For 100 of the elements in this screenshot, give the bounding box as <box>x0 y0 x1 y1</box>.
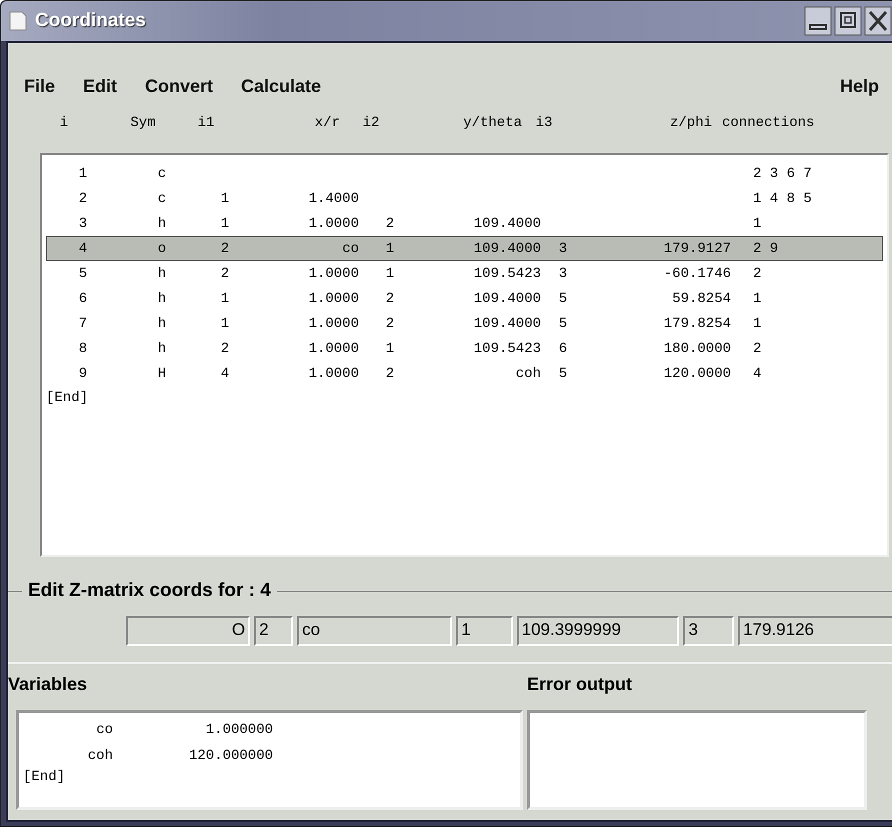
column-header: z/phi <box>668 115 712 133</box>
table-cell: 1.0000 <box>308 340 359 356</box>
window-title: Coordinates <box>35 10 146 32</box>
column-header: i1 <box>196 115 216 133</box>
table-cell-text: 6 <box>78 290 88 306</box>
table-cell: 5 <box>558 366 568 382</box>
table-cell-text: 7 <box>78 316 88 332</box>
document-icon <box>9 11 27 31</box>
table-cell: 179.8254 <box>664 316 731 332</box>
table-row[interactable]: 6 h 1 1.0000 2 109.4000 5 59.8254 1 <box>46 286 883 311</box>
menu-item[interactable]: Help <box>840 76 879 96</box>
table-cell: 109.5423 <box>474 266 541 282</box>
section-title: Error output <box>527 674 633 696</box>
table-cell: -60.1746 <box>664 266 731 282</box>
table-cell: 5 <box>558 290 568 306</box>
table-cell-text: h <box>156 316 168 332</box>
table-row[interactable]: 4 o 2 co 1 109.4000 3 179.9127 2 9 <box>46 236 883 261</box>
table-cell-text: 3 <box>78 216 88 232</box>
column-header: y/theta <box>462 115 522 133</box>
table-row[interactable]: 8 h 2 1.0000 1 109.5423 6 180.0000 2 <box>46 336 883 361</box>
maximize-icon[interactable] <box>834 6 862 36</box>
table-cell: co <box>342 240 359 256</box>
table-cell-text: h <box>156 290 168 306</box>
minimize-icon[interactable] <box>804 6 832 36</box>
table-cell: 180.0000 <box>664 340 731 356</box>
table-cell: 1 <box>386 266 394 282</box>
table-cell: 2 <box>220 340 230 356</box>
table-cell-text: 2 <box>78 190 88 206</box>
table-cell: 2 <box>386 316 394 332</box>
menu-item[interactable]: File <box>24 76 56 96</box>
table-cell: 109.4000 <box>474 316 541 332</box>
table-cell: 4 <box>220 366 230 382</box>
table-cell: 4 <box>753 366 762 382</box>
end-marker: [End] <box>22 769 66 785</box>
menu-item[interactable]: Edit <box>83 76 118 96</box>
variable-value: 120.000000 <box>188 748 273 764</box>
close-icon[interactable] <box>864 6 892 36</box>
menu-item[interactable]: Calculate <box>241 76 322 96</box>
table-cell: 120.0000 <box>664 366 731 382</box>
table-cell-text: H <box>156 366 168 382</box>
table-cell: 1 <box>220 316 230 332</box>
column-header: i3 <box>534 115 554 133</box>
variable-value: 1.000000 <box>204 722 273 738</box>
table-cell: 3 <box>558 266 568 282</box>
column-header: x/r <box>314 115 340 133</box>
table-cell: 1 <box>220 290 230 306</box>
variable-name: co <box>95 722 113 738</box>
table-cell: 2 <box>220 266 230 282</box>
input-field[interactable]: 3 <box>683 616 734 646</box>
table-cell: 1.0000 <box>308 216 359 232</box>
table-cell-text: 4 <box>78 240 88 256</box>
table-cell: 1 <box>753 290 762 306</box>
table-cell: 2 <box>386 216 394 232</box>
input-field[interactable]: 2 <box>254 616 294 646</box>
table-cell-text: c <box>156 166 168 182</box>
table-row[interactable]: 3 h 1 1.0000 2 109.4000 1 <box>46 211 883 236</box>
table-cell: 5 <box>558 316 568 332</box>
table-cell: 2 <box>386 290 394 306</box>
table-cell: 1.0000 <box>308 316 359 332</box>
section-title: Variables <box>8 674 88 696</box>
table-cell: 2 <box>753 340 762 356</box>
menu-item[interactable]: Convert <box>145 76 214 96</box>
table-cell: 2 9 <box>753 240 778 256</box>
column-header: Sym <box>129 115 157 133</box>
table-row[interactable]: 5 h 2 1.0000 1 109.5423 3 -60.1746 2 <box>46 261 883 286</box>
table-cell: 59.8254 <box>672 290 731 306</box>
table-cell: 1.0000 <box>308 266 359 282</box>
table-cell-text: 5 <box>78 266 88 282</box>
input-field[interactable]: 1 <box>456 616 513 646</box>
table-row[interactable]: 7 h 1 1.0000 2 109.4000 5 179.8254 1 <box>46 311 883 336</box>
table-cell: coh <box>516 366 541 382</box>
table-cell-text: h <box>156 340 168 356</box>
end-marker: [End] <box>45 389 90 408</box>
column-header: connections <box>721 115 816 133</box>
table-cell: 6 <box>558 340 568 356</box>
table-cell: 1 <box>386 240 394 256</box>
table-row[interactable]: 2 c 1 1.4000 1 4 8 5 <box>46 186 883 211</box>
table-row[interactable]: 1 c 2 3 6 7 <box>46 161 883 186</box>
input-field[interactable]: 109.3999999 <box>516 616 680 646</box>
table-cell: 1.0000 <box>308 290 359 306</box>
table-cell-text: c <box>156 190 168 206</box>
table-cell: 109.4000 <box>474 290 541 306</box>
table-cell-text: o <box>156 240 168 256</box>
table-cell: 179.9127 <box>664 240 731 256</box>
table-cell: 1 <box>220 216 230 232</box>
table-cell-text: h <box>156 266 168 282</box>
input-field[interactable]: 179.9126 <box>738 616 892 646</box>
input-field[interactable]: co <box>297 616 452 646</box>
table-cell: 1.0000 <box>308 366 359 382</box>
table-cell: 2 3 6 7 <box>753 166 812 182</box>
table-cell: 109.4000 <box>474 216 541 232</box>
input-field[interactable]: O <box>126 616 250 646</box>
variable-name: coh <box>86 748 113 764</box>
table-cell: 109.5423 <box>474 340 541 356</box>
table-cell-text: h <box>156 216 168 232</box>
table-cell: 1.4000 <box>308 190 359 206</box>
column-header: i <box>58 115 70 133</box>
table-row[interactable]: 9 H 4 1.0000 2 coh 5 120.0000 4 <box>46 361 883 386</box>
table-cell-text: 8 <box>78 340 88 356</box>
table-cell: 1 <box>386 340 394 356</box>
